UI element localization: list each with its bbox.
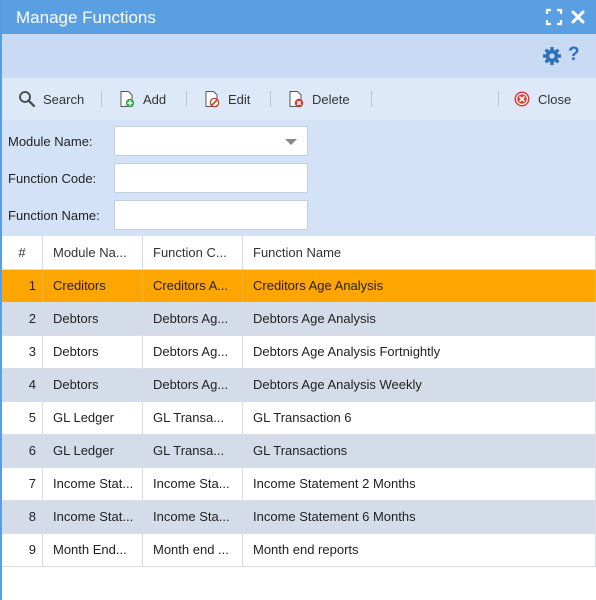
add-label: Add bbox=[143, 91, 167, 107]
module-name-cell: Debtors bbox=[43, 369, 143, 401]
close-window-icon[interactable] bbox=[568, 7, 588, 27]
function-code-cell: Debtors Ag... bbox=[143, 369, 243, 401]
toolbar-separator bbox=[270, 91, 271, 107]
delete-label: Delete bbox=[312, 91, 350, 107]
edit-document-icon bbox=[205, 91, 220, 108]
table-row[interactable]: 8 Income Stat... Income Sta... Income St… bbox=[2, 501, 596, 534]
function-code-row: Function Code: bbox=[8, 163, 308, 193]
module-name-cell: Debtors bbox=[43, 336, 143, 368]
module-name-label: Module Name: bbox=[8, 133, 93, 149]
row-number: 8 bbox=[2, 501, 43, 533]
toolbar-separator bbox=[101, 91, 102, 107]
function-code-cell: Debtors Ag... bbox=[143, 336, 243, 368]
window-title: Manage Functions bbox=[16, 8, 156, 27]
function-name-row: Function Name: bbox=[8, 200, 308, 230]
function-code-cell: Month end ... bbox=[143, 534, 243, 566]
row-number: 4 bbox=[2, 369, 43, 401]
filter-form: Module Name: Function Code: Function Nam… bbox=[2, 120, 596, 236]
function-name-label: Function Name: bbox=[8, 207, 100, 223]
function-name-cell: Debtors Age Analysis Weekly bbox=[243, 369, 596, 401]
search-button[interactable]: Search bbox=[18, 88, 84, 110]
table-row[interactable]: 6 GL Ledger GL Transa... GL Transactions bbox=[2, 435, 596, 468]
function-code-input[interactable] bbox=[114, 163, 308, 193]
add-document-icon bbox=[120, 91, 135, 108]
table-row[interactable]: 4 Debtors Debtors Ag... Debtors Age Anal… bbox=[2, 369, 596, 402]
add-button[interactable]: Add bbox=[118, 88, 166, 110]
module-name-row: Module Name: bbox=[8, 126, 308, 156]
module-name-cell: Debtors bbox=[43, 303, 143, 335]
column-header-module-name[interactable]: Module Na... bbox=[43, 236, 143, 270]
function-name-input[interactable] bbox=[114, 200, 308, 230]
row-number: 2 bbox=[2, 303, 43, 335]
toolbar-separator bbox=[186, 91, 187, 107]
row-number: 7 bbox=[2, 468, 43, 500]
function-code-cell: Income Sta... bbox=[143, 501, 243, 533]
toolbar-separator bbox=[371, 91, 372, 107]
function-name-cell: GL Transaction 6 bbox=[243, 402, 596, 434]
row-number: 1 bbox=[2, 270, 43, 302]
gear-icon[interactable] bbox=[542, 46, 562, 66]
table-row[interactable]: 2 Debtors Debtors Ag... Debtors Age Anal… bbox=[2, 303, 596, 336]
table-row[interactable]: 9 Month End... Month end ... Month end r… bbox=[2, 534, 596, 567]
edit-label: Edit bbox=[228, 91, 251, 107]
function-code-label: Function Code: bbox=[8, 170, 97, 186]
function-name-cell: Debtors Age Analysis bbox=[243, 303, 596, 335]
title-bar[interactable]: Manage Functions bbox=[2, 0, 596, 34]
row-number: 5 bbox=[2, 402, 43, 434]
function-name-cell: Debtors Age Analysis Fortnightly bbox=[243, 336, 596, 368]
functions-grid: # Module Na... Function C... Function Na… bbox=[2, 236, 596, 567]
row-number: 3 bbox=[2, 336, 43, 368]
table-row[interactable]: 3 Debtors Debtors Ag... Debtors Age Anal… bbox=[2, 336, 596, 369]
manage-functions-window: Manage Functions ? Search Add Edit Delet… bbox=[0, 0, 596, 600]
table-row[interactable]: 7 Income Stat... Income Sta... Income St… bbox=[2, 468, 596, 501]
module-name-cell: GL Ledger bbox=[43, 435, 143, 467]
chevron-down-icon[interactable] bbox=[285, 139, 297, 145]
table-row[interactable]: 5 GL Ledger GL Transa... GL Transaction … bbox=[2, 402, 596, 435]
column-header-number[interactable]: # bbox=[2, 236, 43, 270]
table-row[interactable]: 1 Creditors Creditors A... Creditors Age… bbox=[2, 270, 596, 303]
close-label: Close bbox=[538, 91, 572, 107]
toolbar: Search Add Edit Delete Close bbox=[2, 78, 596, 120]
function-name-cell: Income Statement 6 Months bbox=[243, 501, 596, 533]
function-name-cell: Income Statement 2 Months bbox=[243, 468, 596, 500]
close-circle-icon bbox=[514, 91, 530, 107]
function-code-cell: Income Sta... bbox=[143, 468, 243, 500]
search-label: Search bbox=[43, 91, 85, 107]
grid-header: # Module Na... Function C... Function Na… bbox=[2, 236, 596, 270]
module-name-select[interactable] bbox=[114, 126, 308, 156]
function-code-cell: GL Transa... bbox=[143, 435, 243, 467]
column-header-function-code[interactable]: Function C... bbox=[143, 236, 243, 270]
module-name-cell: Month End... bbox=[43, 534, 143, 566]
row-number: 9 bbox=[2, 534, 43, 566]
function-code-cell: Debtors Ag... bbox=[143, 303, 243, 335]
edit-button[interactable]: Edit bbox=[203, 88, 250, 110]
function-name-cell: GL Transactions bbox=[243, 435, 596, 467]
module-name-cell: Income Stat... bbox=[43, 501, 143, 533]
maximize-icon[interactable] bbox=[544, 7, 564, 27]
close-button[interactable]: Close bbox=[513, 88, 571, 110]
settings-bar: ? bbox=[2, 34, 596, 78]
row-number: 6 bbox=[2, 435, 43, 467]
function-code-cell: GL Transa... bbox=[143, 402, 243, 434]
function-name-cell: Month end reports bbox=[243, 534, 596, 566]
function-name-cell: Creditors Age Analysis bbox=[243, 270, 596, 302]
module-name-cell: Creditors bbox=[43, 270, 143, 302]
search-icon bbox=[19, 91, 36, 108]
delete-document-icon bbox=[289, 91, 304, 108]
column-header-function-name[interactable]: Function Name bbox=[243, 236, 596, 270]
help-icon[interactable]: ? bbox=[568, 44, 584, 66]
module-name-cell: Income Stat... bbox=[43, 468, 143, 500]
toolbar-separator bbox=[498, 91, 499, 107]
module-name-cell: GL Ledger bbox=[43, 402, 143, 434]
function-code-cell: Creditors A... bbox=[143, 270, 243, 302]
delete-button[interactable]: Delete bbox=[287, 88, 350, 110]
